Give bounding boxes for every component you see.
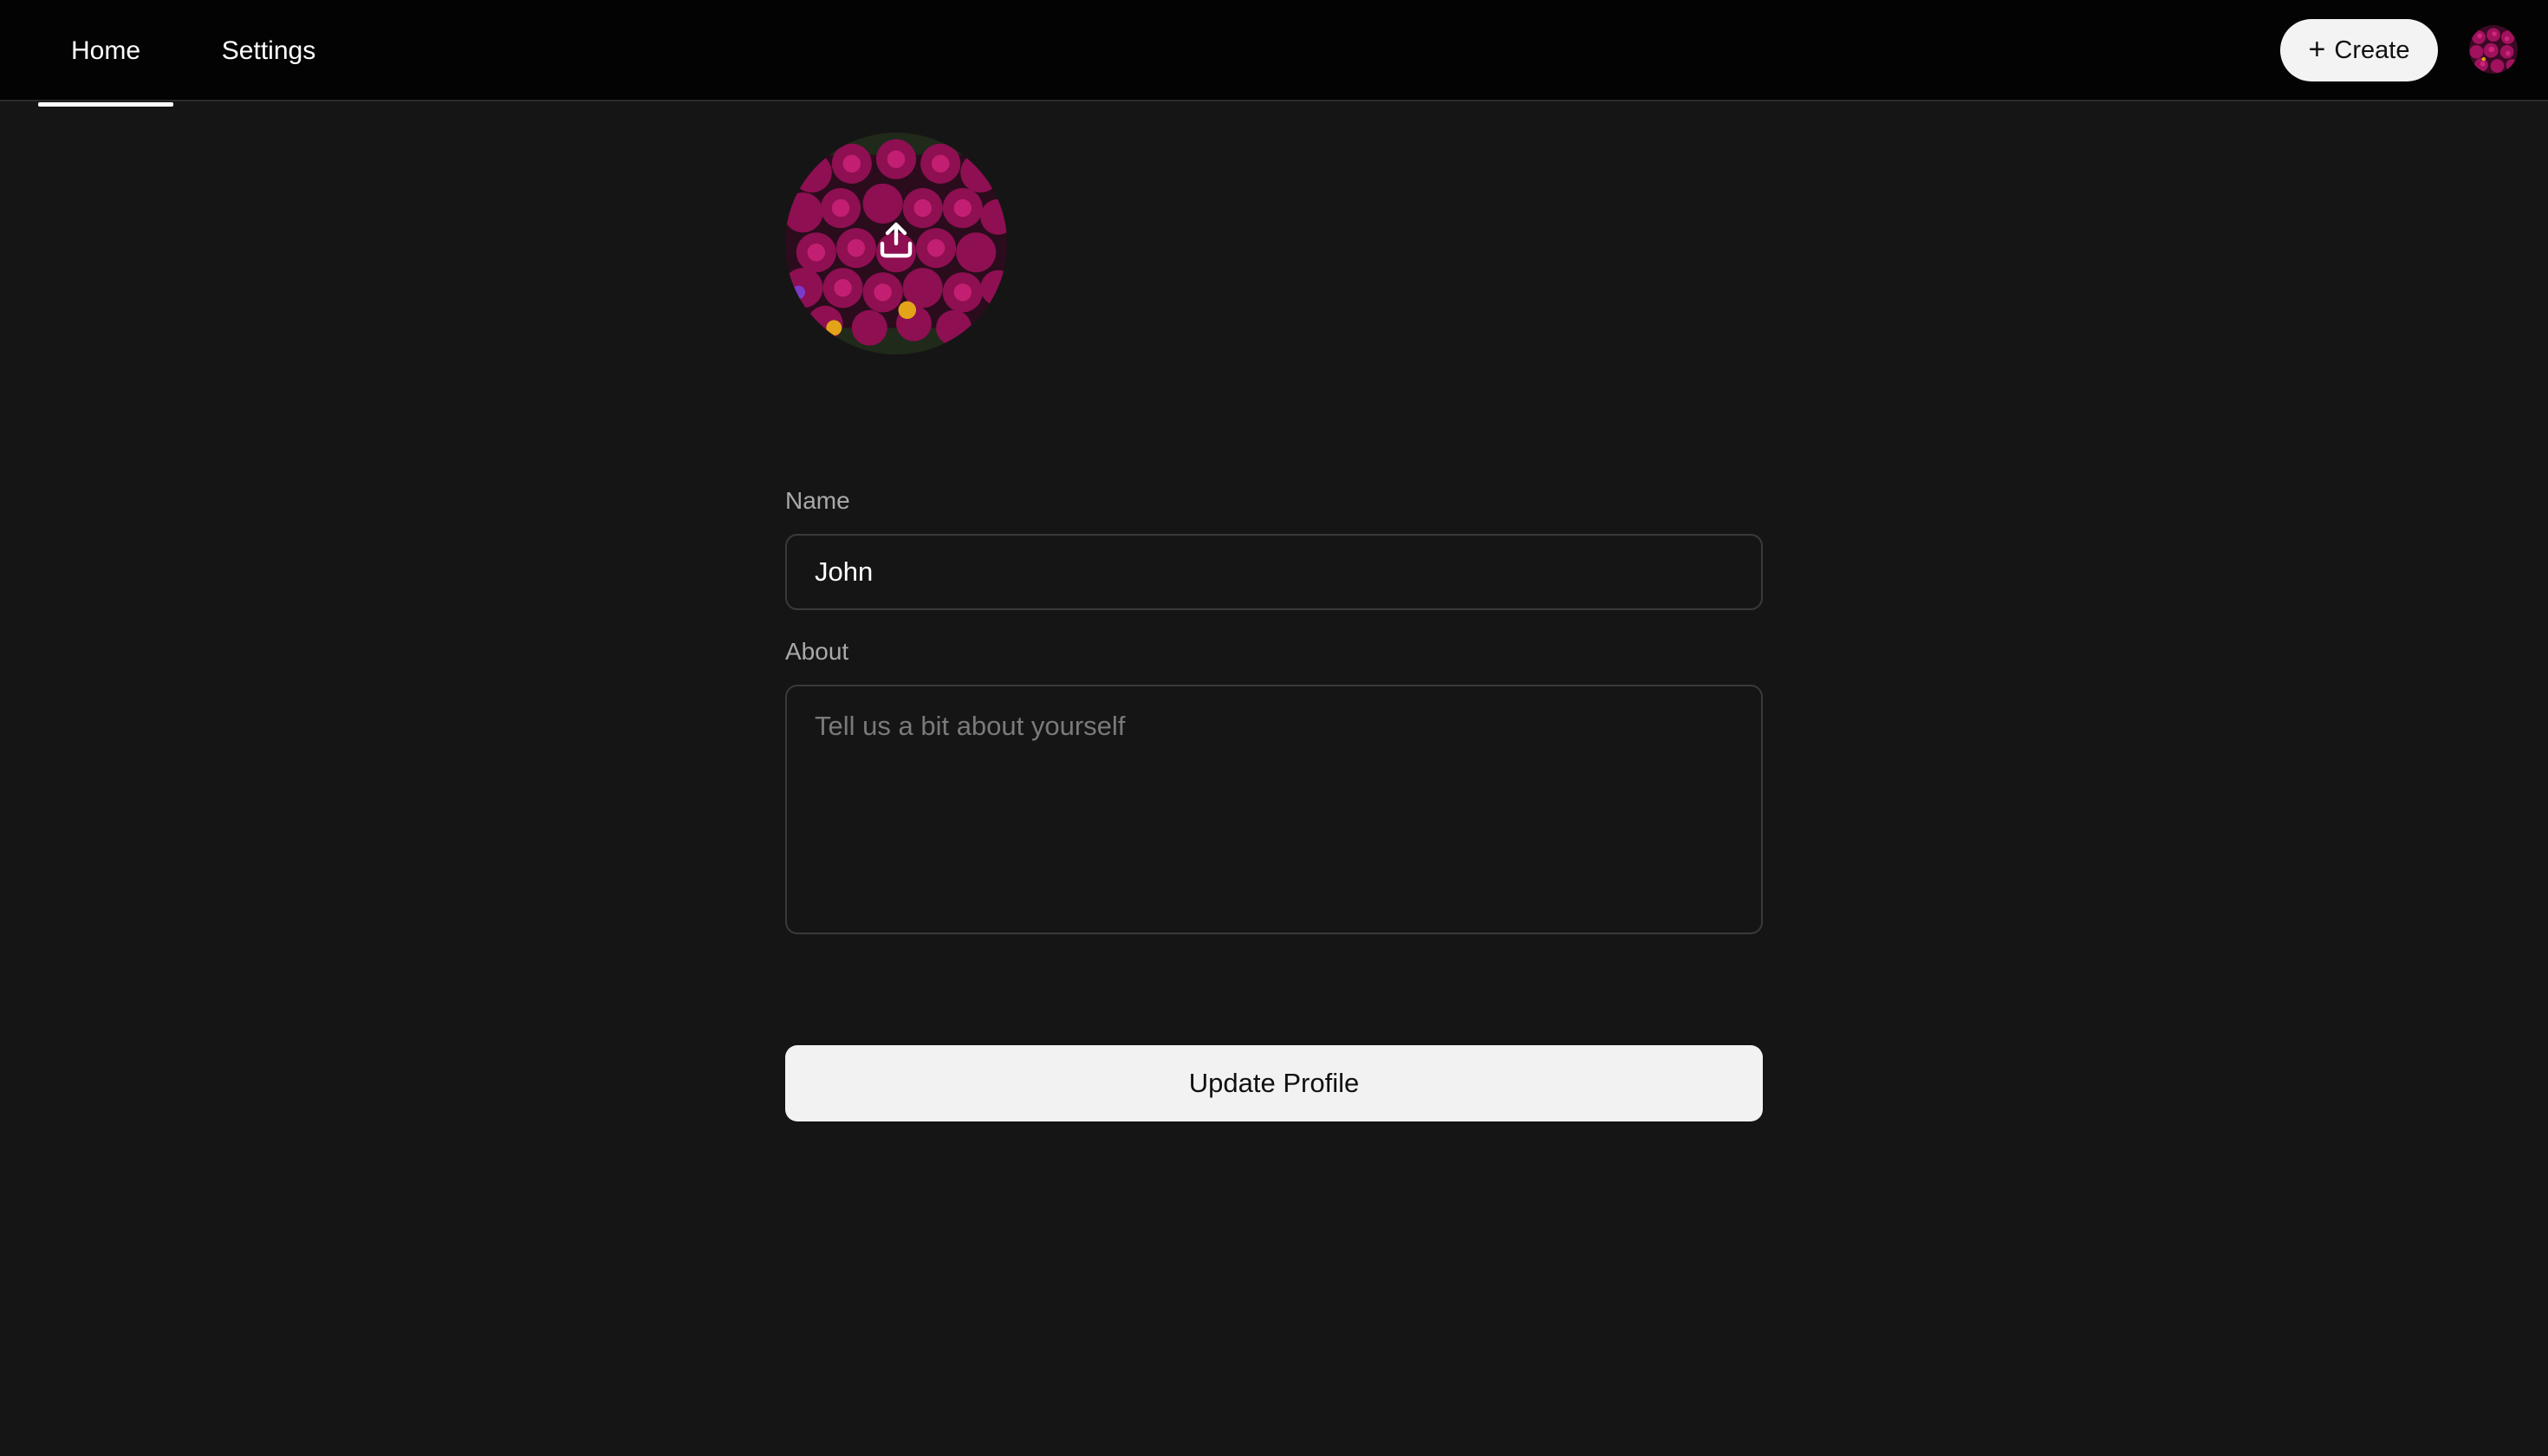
name-label: Name (785, 487, 850, 514)
user-avatar[interactable] (2469, 25, 2518, 74)
plus-icon: + (2308, 32, 2326, 66)
update-profile-label: Update Profile (1188, 1068, 1360, 1098)
upload-icon (880, 222, 913, 258)
profile-avatar-upload[interactable] (785, 133, 1007, 354)
update-profile-button[interactable]: Update Profile (785, 1045, 1763, 1121)
create-button[interactable]: + Create (2280, 19, 2438, 81)
create-button-label: Create (2334, 36, 2410, 64)
about-label: About (785, 638, 849, 665)
top-navigation-bar: Home Settings + Create (0, 0, 2548, 107)
tab-settings[interactable]: Settings (196, 0, 341, 101)
active-tab-indicator (38, 102, 173, 107)
name-field[interactable]: John (785, 534, 1763, 610)
avatar-flower-image (2469, 25, 2518, 74)
tab-home-label: Home (70, 36, 141, 65)
tab-settings-label: Settings (221, 36, 316, 65)
about-textarea[interactable]: Tell us a bit about yourself (785, 685, 1763, 934)
tab-home[interactable]: Home (38, 0, 173, 107)
